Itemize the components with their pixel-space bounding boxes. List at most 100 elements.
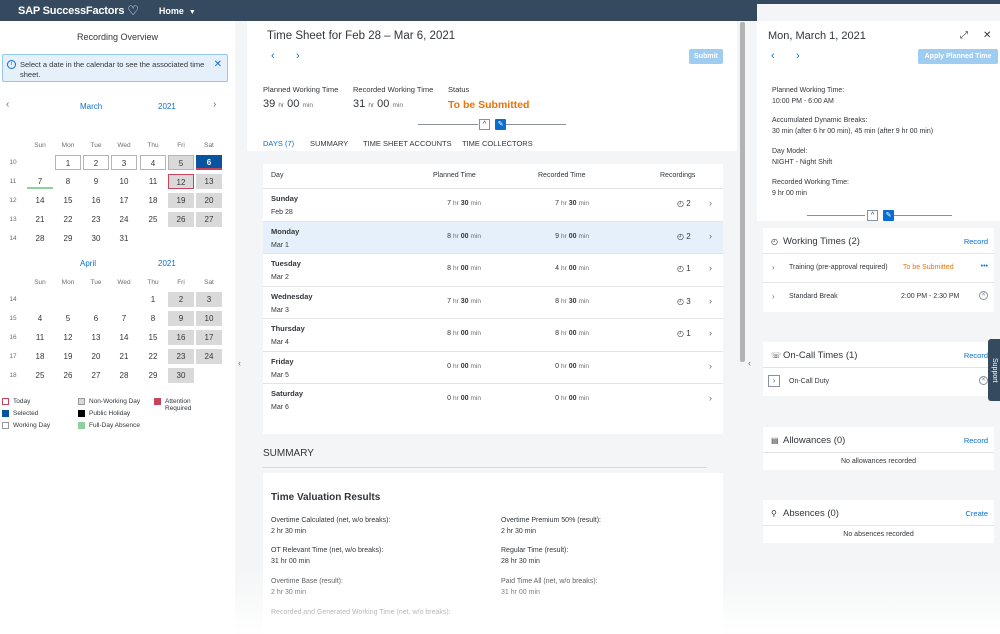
pin-header-icon[interactable]: ✎ (883, 210, 894, 221)
calendar-day[interactable]: 23 (83, 212, 109, 227)
chevron-right-icon[interactable]: › (709, 198, 712, 208)
calendar-day[interactable]: 19 (168, 193, 194, 208)
chevron-right-icon[interactable]: › (772, 263, 775, 272)
chevron-right-icon[interactable]: › (709, 393, 712, 403)
table-row[interactable]: Sunday Feb 28 7 hr 30 min 7 hr 30 min ◴ 2 › (263, 188, 723, 220)
delete-icon[interactable]: ✕ (979, 291, 988, 300)
calendar-day[interactable]: 23 (168, 349, 194, 364)
close-icon[interactable]: ✕ (214, 59, 222, 70)
calendar-day[interactable]: 22 (55, 212, 81, 227)
calendar-day[interactable]: 11 (140, 174, 166, 189)
calendar-day[interactable]: 26 (55, 368, 81, 383)
chevron-right-icon[interactable]: › (709, 328, 712, 338)
collapse-header-icon[interactable]: ^ (479, 119, 490, 130)
calendar-day[interactable]: 14 (111, 330, 137, 345)
table-row[interactable]: Friday Mar 50 hr 00 min 0 hr 00 min › (263, 350, 723, 383)
calendar-day[interactable]: 12 (168, 174, 194, 189)
calendar-day[interactable]: 29 (140, 368, 166, 383)
year-label[interactable]: 2021 (158, 259, 176, 268)
chevron-right-icon[interactable]: › (709, 263, 712, 273)
chevron-right-icon[interactable]: › (772, 292, 775, 301)
calendar-day[interactable]: 26 (168, 212, 194, 227)
on-call-row[interactable]: › On-Call Duty ✕ (763, 367, 994, 396)
calendar-day[interactable]: 28 (27, 231, 53, 246)
year-label[interactable]: 2021 (158, 102, 176, 111)
calendar-day[interactable]: 5 (55, 311, 81, 326)
more-icon[interactable]: ••• (981, 263, 988, 270)
submit-button[interactable]: Submit (689, 49, 723, 64)
calendar-day[interactable]: 15 (55, 193, 81, 208)
tab-summary[interactable]: SUMMARY (310, 139, 348, 148)
right-splitter[interactable] (745, 21, 757, 634)
calendar-day[interactable]: 9 (168, 311, 194, 326)
calendar-day[interactable]: 17 (196, 330, 222, 345)
tab-time-sheet-accounts[interactable]: TIME SHEET ACCOUNTS (363, 139, 452, 148)
chevron-right-icon[interactable]: › (768, 375, 780, 387)
expand-icon[interactable]: ⤢ (960, 30, 968, 41)
calendar-day[interactable]: 8 (140, 311, 166, 326)
tab-days[interactable]: DAYS (7) (263, 139, 294, 148)
chevron-right-icon[interactable]: › (709, 296, 712, 306)
calendar-day[interactable]: 4 (140, 155, 166, 170)
calendar-day[interactable]: 17 (111, 193, 137, 208)
close-icon[interactable]: ✕ (983, 30, 991, 41)
calendar-day[interactable]: 2 (168, 292, 194, 307)
calendar-day[interactable]: 6 (83, 311, 109, 326)
working-time-row[interactable]: › Standard Break 2:00 PM - 2:30 PM ✕ (763, 282, 994, 311)
calendar-day[interactable]: 24 (111, 212, 137, 227)
working-time-row[interactable]: › Training (pre-approval required) To be… (763, 253, 994, 282)
month-label[interactable]: March (80, 102, 102, 111)
calendar-day[interactable]: 7 (111, 311, 137, 326)
calendar-day[interactable]: 25 (27, 368, 53, 383)
next-week-icon[interactable]: › (296, 50, 300, 62)
apply-planned-time-button[interactable]: Apply Planned Time (918, 49, 998, 64)
chevron-right-icon[interactable]: › (709, 361, 712, 371)
calendar-day[interactable]: 3 (111, 155, 137, 170)
calendar-day[interactable]: 27 (196, 212, 222, 227)
table-row[interactable]: Thursday Mar 48 hr 00 min 8 hr 00 min ◴ 1 › (263, 318, 723, 350)
chevron-right-icon[interactable]: › (709, 231, 712, 241)
next-day-icon[interactable]: › (796, 50, 800, 62)
calendar-day[interactable]: 10 (111, 174, 137, 189)
calendar-day[interactable]: 20 (196, 193, 222, 208)
calendar-day[interactable]: 20 (83, 349, 109, 364)
calendar-day[interactable]: 3 (196, 292, 222, 307)
chevron-left-icon[interactable]: ‹ (238, 358, 241, 368)
calendar-day[interactable]: 13 (83, 330, 109, 345)
calendar-day[interactable]: 18 (140, 193, 166, 208)
record-working-time-link[interactable]: Record (964, 237, 988, 246)
calendar-day[interactable]: 5 (168, 155, 194, 170)
home-label[interactable]: Home (159, 6, 184, 16)
calendar-day[interactable]: 12 (55, 330, 81, 345)
table-row[interactable]: Saturday Mar 60 hr 00 min 0 hr 00 min › (263, 383, 723, 415)
collapse-header-icon[interactable]: ^ (867, 210, 878, 221)
calendar-day[interactable]: 30 (83, 231, 109, 246)
calendar-day[interactable]: 4 (27, 311, 53, 326)
previous-week-icon[interactable]: ‹ (271, 50, 275, 62)
left-splitter[interactable] (235, 21, 247, 634)
calendar-day[interactable]: 31 (111, 231, 137, 246)
home-menu[interactable]: Home ▼ (159, 6, 196, 16)
calendar-day[interactable]: 24 (196, 349, 222, 364)
record-allowance-link[interactable]: Record (964, 436, 988, 445)
pin-header-icon[interactable]: ✎ (495, 119, 506, 130)
calendar-day[interactable]: 19 (55, 349, 81, 364)
next-month-icon[interactable]: › (213, 99, 216, 110)
table-row[interactable]: Tuesday Mar 28 hr 00 min 4 hr 00 min ◴ 1 › (263, 253, 723, 285)
record-on-call-link[interactable]: Record (964, 351, 988, 360)
calendar-day[interactable]: 29 (55, 231, 81, 246)
calendar-day[interactable]: 28 (111, 368, 137, 383)
calendar-day[interactable]: 14 (27, 193, 53, 208)
calendar-day[interactable]: 13 (196, 174, 222, 189)
calendar-day[interactable]: 8 (55, 174, 81, 189)
calendar-day[interactable]: 21 (27, 212, 53, 227)
scrollbar[interactable] (740, 22, 745, 362)
table-row[interactable]: Wednesday Mar 37 hr 30 min 8 hr 30 min ◴ 3 › (263, 285, 723, 318)
calendar-day[interactable]: 7 (27, 174, 53, 189)
calendar-day[interactable]: 11 (27, 330, 53, 345)
calendar-day[interactable]: 9 (83, 174, 109, 189)
calendar-day[interactable]: 2 (83, 155, 109, 170)
previous-day-icon[interactable]: ‹ (771, 50, 775, 62)
calendar-day[interactable]: 22 (140, 349, 166, 364)
calendar-day[interactable]: 27 (83, 368, 109, 383)
